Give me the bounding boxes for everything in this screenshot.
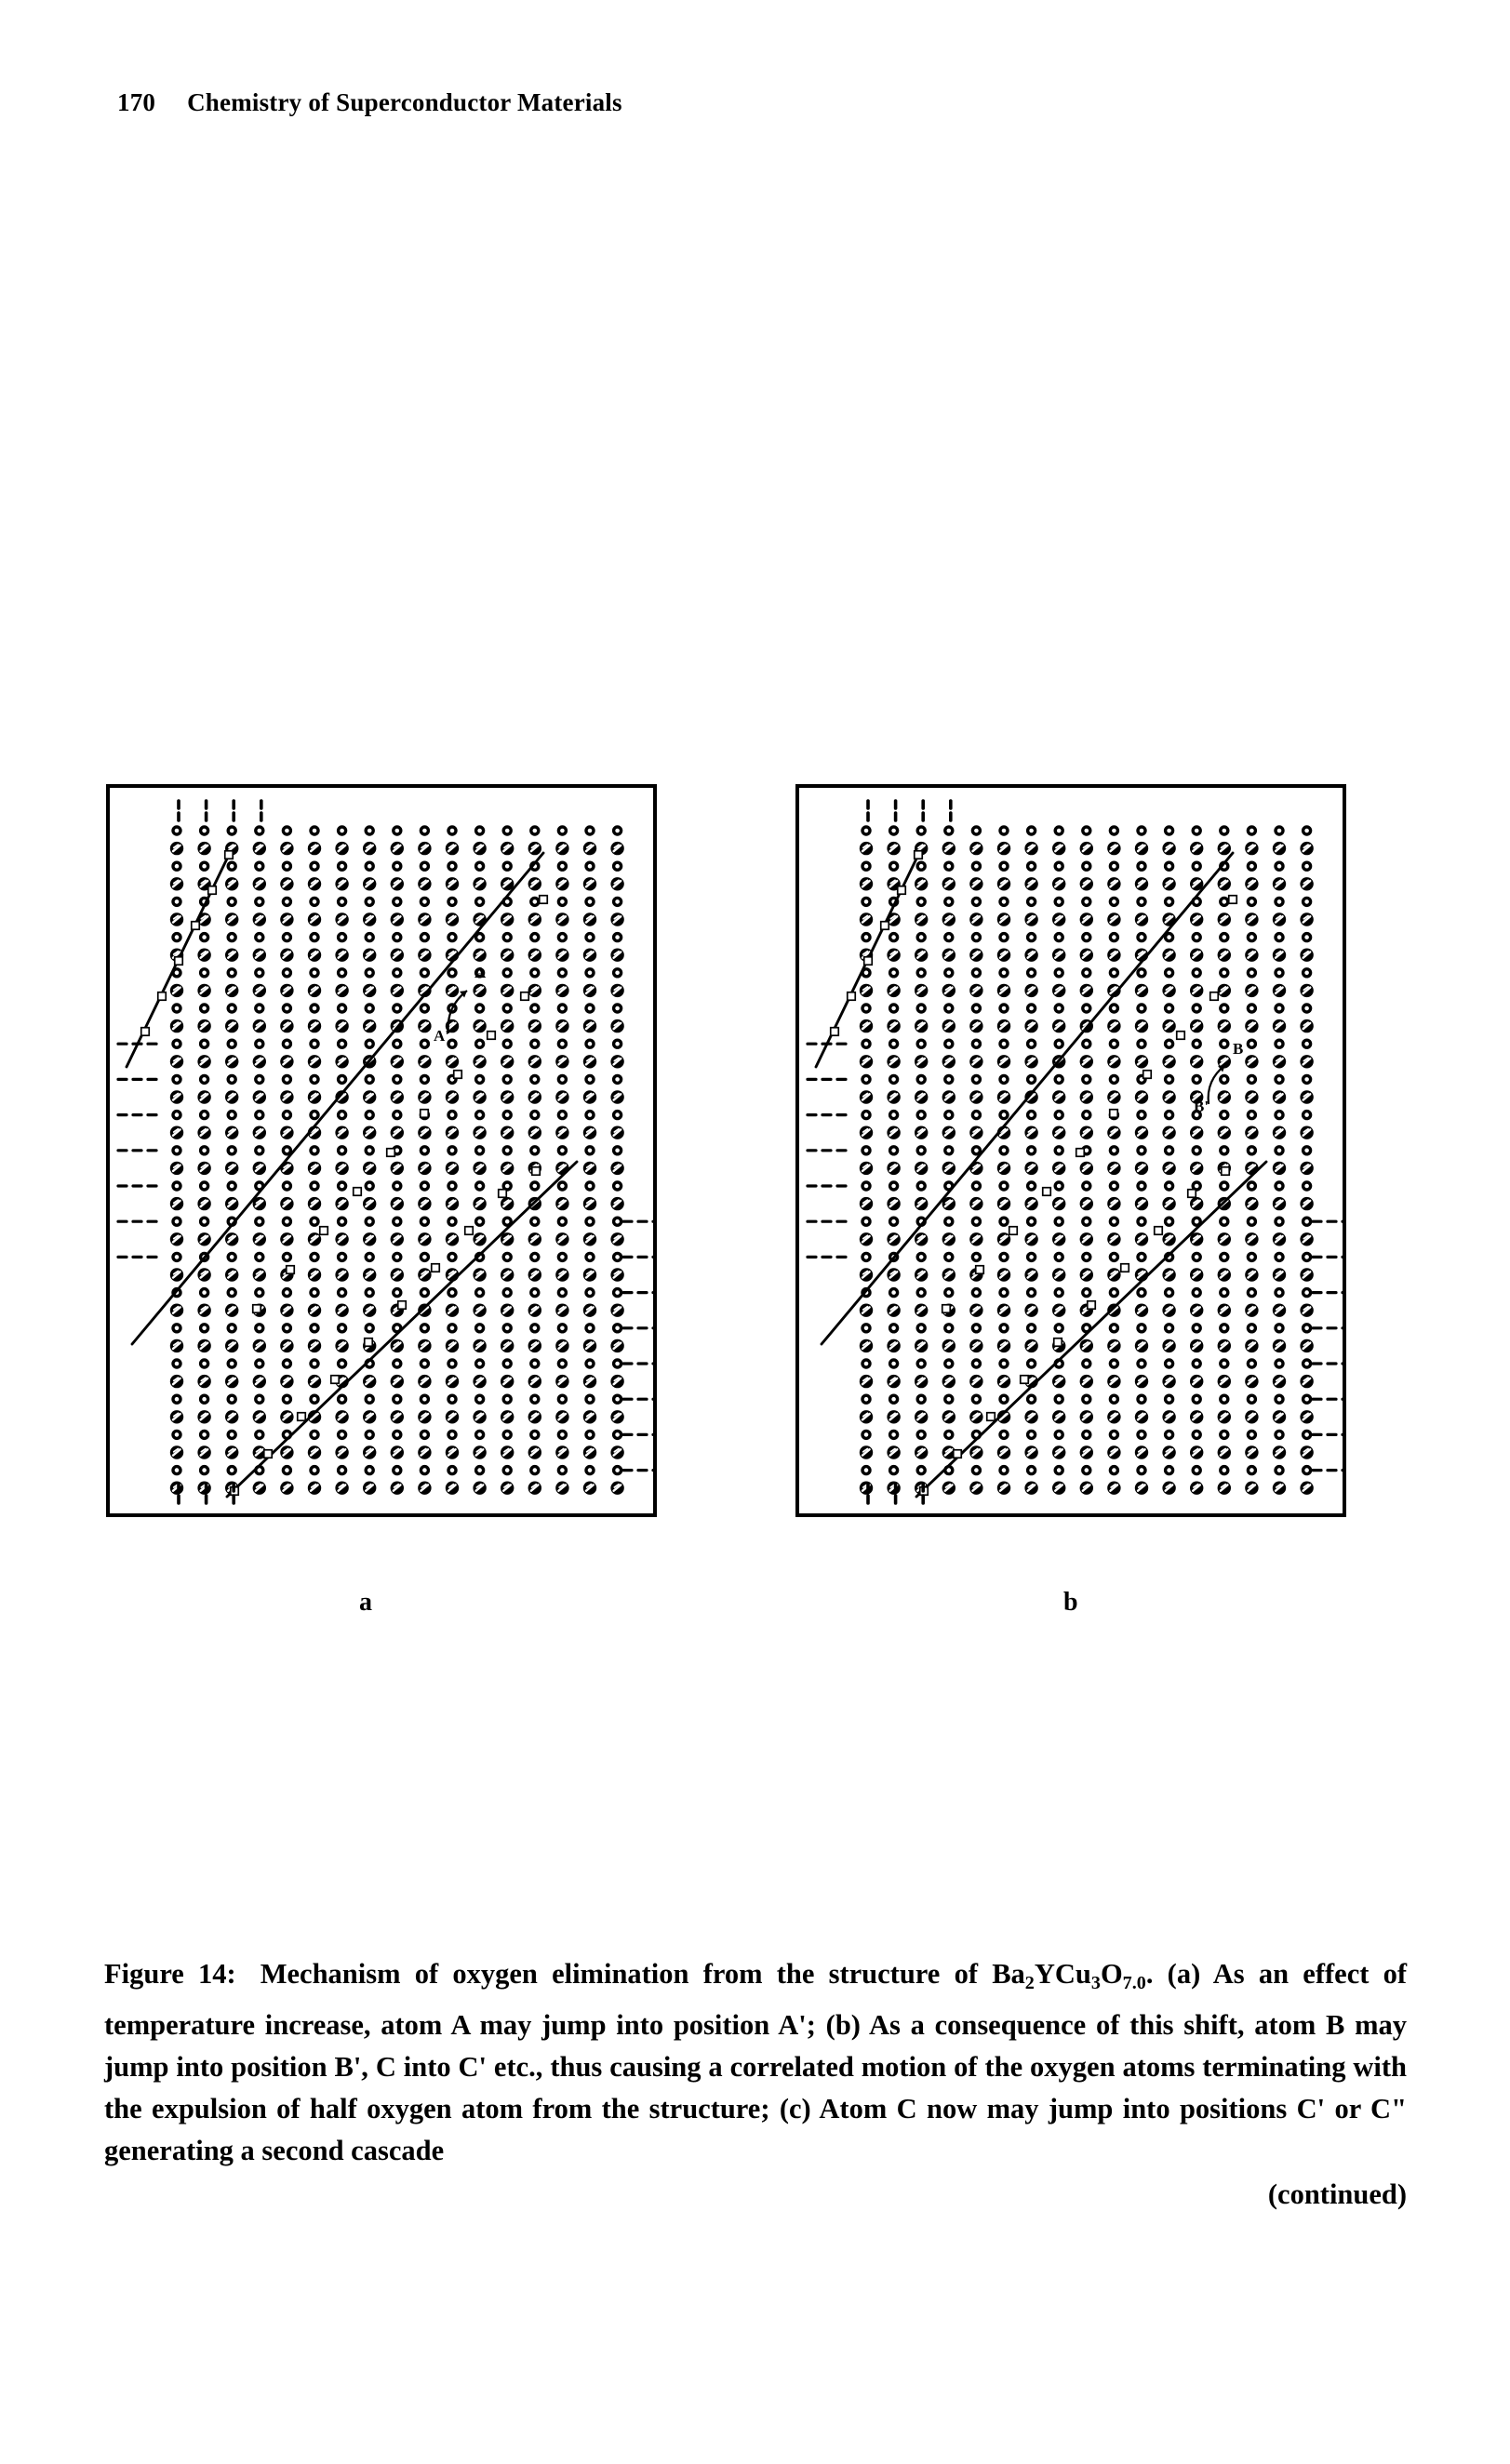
caption-line-2c: O [1100, 1958, 1123, 1990]
caption-figure-number: Figure 14: [104, 1958, 236, 1990]
svg-text:B: B [1233, 1040, 1243, 1058]
svg-text:A': A' [434, 1027, 449, 1045]
svg-text:B': B' [1194, 1098, 1209, 1115]
caption-sub-cu: 3 [1090, 1973, 1101, 1994]
caption-sub-ba: 2 [1024, 1973, 1035, 1994]
caption-sub-o: 7.0 [1122, 1973, 1146, 1994]
panel-b-label: b [1063, 1588, 1078, 1617]
figure-panel-b: B B' [795, 784, 1346, 1517]
figure-caption: Figure 14: Mechanism of oxygen eliminatio… [104, 1953, 1407, 2216]
lattice-diagram-a: A A' [116, 799, 653, 1505]
caption-line-2b: YCu [1034, 1958, 1091, 1990]
caption-line-2a: of Ba [954, 1958, 1025, 1990]
caption-line-1: Mechanism of oxygen elimination from the… [260, 1958, 941, 1990]
caption-line-3: may jump into position A'; (b) As a cons… [479, 2009, 1245, 2042]
figure-panel-a: A A' [106, 784, 657, 1517]
caption-line-6: expulsion of half oxygen atom from the s… [152, 2093, 978, 2125]
panel-a-label: a [359, 1588, 372, 1617]
lattice-diagram-b: B B' [806, 799, 1343, 1505]
caption-continued: (continued) [1267, 2178, 1407, 2211]
svg-text:A: A [474, 964, 487, 981]
